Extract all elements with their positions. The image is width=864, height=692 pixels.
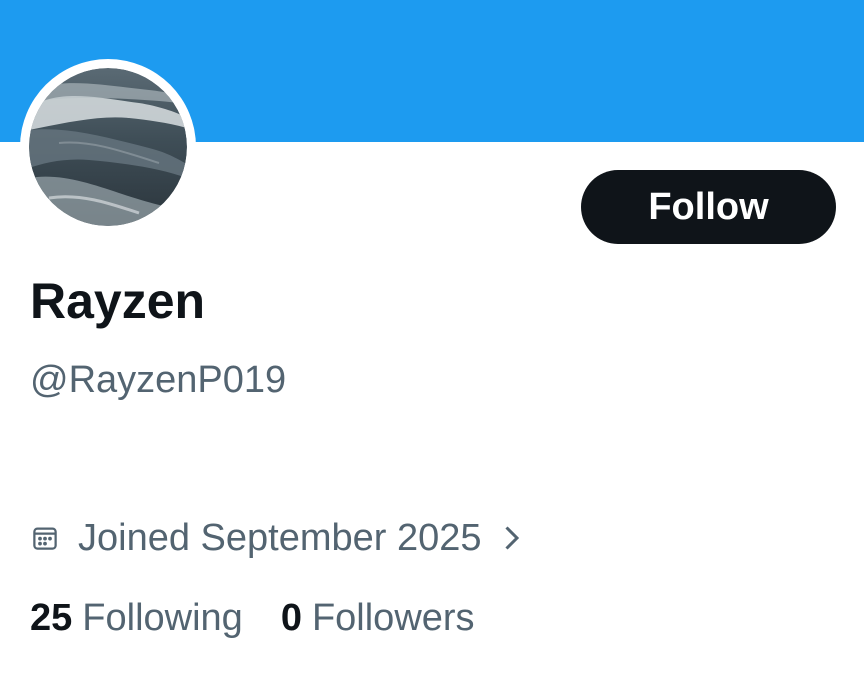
followers-link[interactable]: 0 Followers — [281, 597, 475, 640]
following-count: 25 — [30, 596, 73, 639]
user-handle: @RayzenP019 — [30, 359, 287, 401]
joined-date-row[interactable]: Joined September 2025 — [30, 512, 524, 564]
followers-label: Followers — [311, 596, 475, 639]
avatar[interactable] — [20, 59, 196, 235]
followers-count: 0 — [280, 596, 302, 639]
avatar-image — [29, 68, 187, 226]
following-label: Following — [82, 596, 243, 639]
profile-stats: 25 Following 0 Followers — [30, 592, 475, 644]
joined-date-text: Joined September 2025 — [78, 516, 482, 559]
chevron-right-icon — [502, 521, 524, 555]
following-link[interactable]: 25 Following — [30, 597, 243, 640]
follow-button[interactable]: Follow — [581, 170, 836, 244]
calendar-icon — [30, 521, 64, 555]
display-name: Rayzen — [30, 273, 206, 329]
